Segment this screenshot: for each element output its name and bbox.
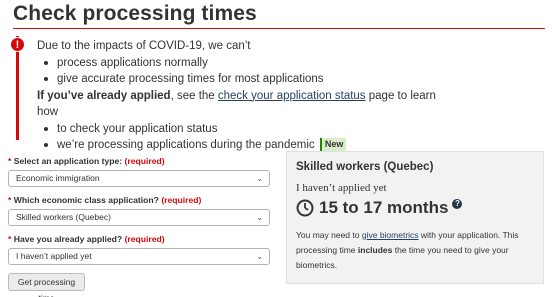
alert-list: process applications normally give accur… — [37, 55, 457, 88]
economic-class-select[interactable]: Skilled workers (Quebec) ⌄ — [8, 209, 270, 226]
already-applied-select[interactable]: I haven’t applied yet ⌄ — [8, 248, 270, 265]
note-bold: includes — [357, 245, 393, 255]
title-divider — [13, 28, 545, 29]
alert-applied-bold: If you’ve already applied — [37, 89, 171, 102]
application-type-field: * Select an application type: (required)… — [8, 156, 272, 187]
alert-intro: Due to the impacts of COVID-19, we can’t — [37, 40, 251, 52]
alert-list-2: to check your application status we’re p… — [37, 121, 457, 154]
required-text: (required) — [124, 156, 165, 166]
application-type-label: * Select an application type: (required) — [8, 156, 272, 166]
help-icon[interactable]: ? — [452, 199, 463, 209]
result-panel: Skilled workers (Quebec) I haven’t appli… — [286, 151, 544, 284]
page-title: Check processing times — [13, 2, 257, 25]
required-text: (required) — [161, 195, 202, 205]
application-type-select[interactable]: Economic immigration ⌄ — [8, 170, 270, 187]
status-link[interactable]: check your application status — [218, 90, 366, 102]
alert-bullet: process applications normally — [37, 55, 457, 72]
biometrics-link[interactable]: give biometrics — [362, 230, 419, 240]
alert-bullet-text: we’re processing applications during the… — [57, 139, 315, 151]
note-pre: You may need to — [296, 230, 362, 240]
required-text: (required) — [124, 234, 165, 244]
clock-icon — [296, 199, 314, 217]
economic-class-label: * Which economic class application? (req… — [8, 195, 272, 205]
required-star: * — [8, 234, 12, 244]
new-badge: New — [319, 138, 347, 151]
already-applied-field: * Have you already applied? (required) I… — [8, 234, 272, 265]
processing-time-form: * Select an application type: (required)… — [8, 156, 272, 297]
alert-icon: ! — [10, 37, 25, 52]
alert-bullet: give accurate processing times for most … — [37, 71, 457, 88]
processing-time-value: 15 to 17 months — [319, 198, 449, 217]
alert-applied-pre: , see the — [170, 89, 218, 102]
chevron-down-icon: ⌄ — [256, 174, 263, 183]
already-applied-value: I haven’t applied yet — [16, 251, 92, 261]
get-processing-time-button[interactable]: Get processing time — [8, 273, 85, 297]
result-status: I haven’t applied yet — [296, 182, 387, 194]
economic-class-field: * Which economic class application? (req… — [8, 195, 272, 226]
already-applied-label: * Have you already applied? (required) — [8, 234, 272, 244]
result-title: Skilled workers (Quebec) — [296, 161, 434, 173]
economic-class-value: Skilled workers (Quebec) — [16, 212, 111, 222]
economic-class-label-text: Which economic class application? — [13, 195, 159, 205]
alert-bullet: to check your application status — [37, 121, 457, 138]
covid-alert: ! Due to the impacts of COVID-19, we can… — [10, 36, 436, 151]
chevron-down-icon: ⌄ — [256, 252, 263, 261]
alert-applied-line: If you’ve already applied, see the check… — [37, 88, 457, 121]
alert-text: Due to the impacts of COVID-19, we can’t… — [37, 38, 457, 154]
chevron-down-icon: ⌄ — [256, 213, 263, 222]
processing-time: 15 to 17 months ? — [296, 198, 463, 218]
application-type-value: Economic immigration — [16, 173, 100, 183]
required-star: * — [8, 156, 12, 166]
already-applied-label-text: Have you already applied? — [13, 234, 123, 244]
application-type-label-text: Select an application type: — [13, 156, 123, 166]
biometrics-note: You may need to give biometrics with you… — [296, 228, 536, 273]
required-star: * — [8, 195, 12, 205]
